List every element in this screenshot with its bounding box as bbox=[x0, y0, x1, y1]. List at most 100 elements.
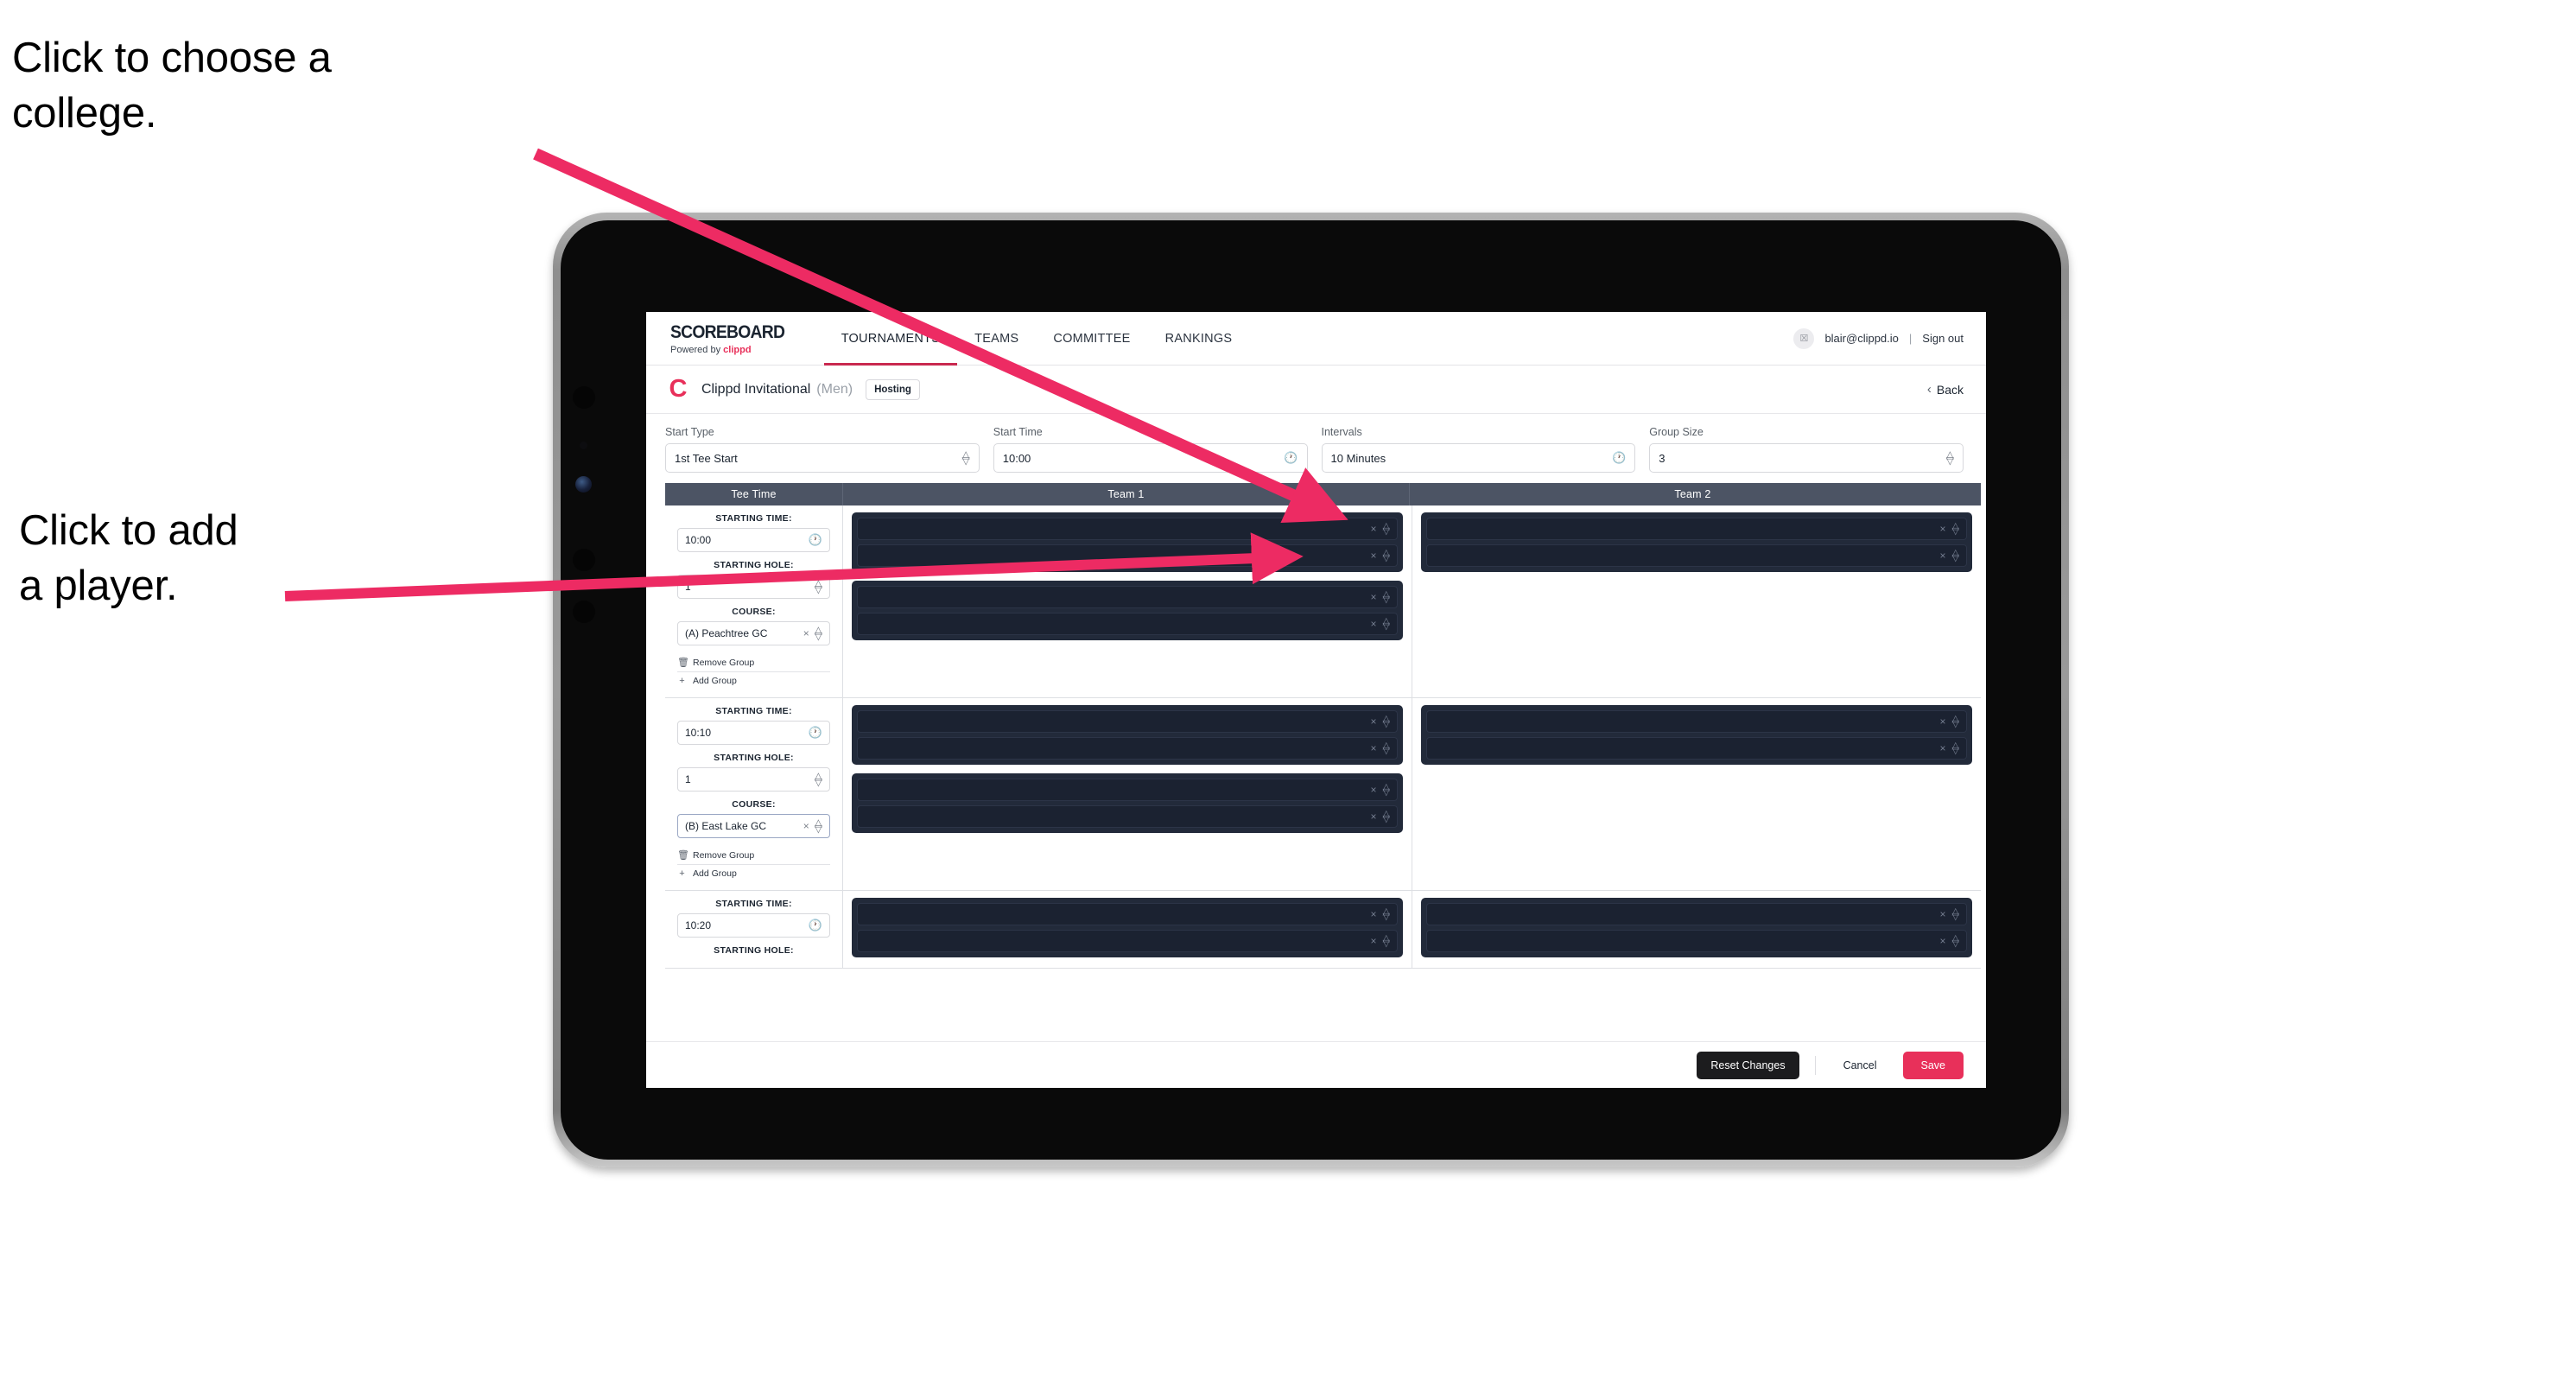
clear-icon[interactable]: × bbox=[1371, 523, 1377, 535]
stepper-icon[interactable]: △ ▽ bbox=[1952, 549, 1959, 563]
stepper-icon[interactable]: △ ▽ bbox=[1383, 934, 1390, 949]
player-select-row[interactable]: × △ ▽ bbox=[857, 805, 1398, 828]
player-select-row[interactable]: × △ ▽ bbox=[1426, 710, 1967, 733]
player-select-row[interactable]: × △ ▽ bbox=[857, 903, 1398, 925]
start-type-select[interactable]: 1st Tee Start △ ▽ bbox=[665, 443, 980, 473]
starting-hole-input[interactable]: 1 △ ▽ bbox=[677, 575, 830, 599]
player-select-row[interactable]: × △ ▽ bbox=[857, 737, 1398, 760]
player-group-panel: × △ ▽ × △ ▽ bbox=[852, 512, 1403, 572]
stepper-icon[interactable]: △ ▽ bbox=[1946, 449, 1954, 466]
clock-icon[interactable]: 🕐 bbox=[1612, 451, 1626, 465]
clear-icon[interactable]: × bbox=[1940, 935, 1946, 947]
stepper-icon[interactable]: △ ▽ bbox=[1383, 715, 1390, 729]
clear-icon[interactable]: × bbox=[1371, 784, 1377, 796]
brand-logo[interactable]: SCOREBOARD Powered by clippd bbox=[670, 312, 824, 365]
save-button[interactable]: Save bbox=[1902, 1051, 1964, 1079]
starting-time-input[interactable]: 10:20 🕐 bbox=[677, 913, 830, 938]
player-select-row[interactable]: × △ ▽ bbox=[857, 779, 1398, 801]
starting-time-input-value: 10:10 bbox=[685, 727, 712, 739]
starting-time-input-value: 10:00 bbox=[685, 534, 712, 546]
clock-icon[interactable]: 🕐 bbox=[809, 533, 822, 547]
course-label: COURSE: bbox=[732, 607, 776, 617]
clear-icon[interactable]: × bbox=[1371, 618, 1377, 630]
nav-tab-rankings[interactable]: RANKINGS bbox=[1148, 312, 1250, 365]
clear-icon[interactable]: × bbox=[1371, 742, 1377, 754]
course-label: COURSE: bbox=[732, 799, 776, 810]
stepper-icon[interactable]: △ ▽ bbox=[1383, 522, 1390, 537]
add-group-button[interactable]: + Add Group bbox=[677, 671, 830, 690]
intervals-input[interactable]: 10 Minutes 🕐 bbox=[1321, 443, 1636, 473]
stepper-icon[interactable]: △ ▽ bbox=[1952, 715, 1959, 729]
nav-tab-tournaments[interactable]: TOURNAMENTS bbox=[823, 312, 958, 366]
nav-tab-teams[interactable]: TEAMS bbox=[957, 312, 1036, 365]
clear-icon[interactable]: × bbox=[1371, 935, 1377, 947]
player-select-row[interactable]: × △ ▽ bbox=[1426, 737, 1967, 760]
clear-icon[interactable]: × bbox=[1940, 908, 1946, 920]
clear-icon[interactable]: × bbox=[1371, 715, 1377, 728]
remove-group-button[interactable]: 🗑 Remove Group bbox=[677, 846, 830, 864]
clear-icon[interactable]: × bbox=[1940, 715, 1946, 728]
clear-icon[interactable]: × bbox=[803, 820, 809, 832]
stepper-icon[interactable]: △ ▽ bbox=[1952, 934, 1959, 949]
group-size-select[interactable]: 3 △ ▽ bbox=[1649, 443, 1964, 473]
stepper-icon[interactable]: △ ▽ bbox=[1952, 522, 1959, 537]
camera-dot-icon bbox=[573, 601, 595, 623]
clippd-logo-icon: C bbox=[669, 375, 688, 403]
avatar[interactable]: ☒ bbox=[1793, 327, 1815, 349]
player-select-row[interactable]: × △ ▽ bbox=[857, 544, 1398, 567]
starting-hole-input[interactable]: 1 △ ▽ bbox=[677, 767, 830, 792]
stepper-icon[interactable]: △ ▽ bbox=[962, 449, 970, 466]
cancel-button[interactable]: Cancel bbox=[1831, 1052, 1889, 1079]
clear-icon[interactable]: × bbox=[1940, 523, 1946, 535]
remove-group-button[interactable]: 🗑 Remove Group bbox=[677, 653, 830, 671]
stepper-icon[interactable]: △ ▽ bbox=[815, 625, 822, 641]
player-select-row[interactable]: × △ ▽ bbox=[857, 710, 1398, 733]
sign-out-link[interactable]: Sign out bbox=[1922, 332, 1964, 345]
stepper-icon[interactable]: △ ▽ bbox=[1383, 549, 1390, 563]
stepper-icon[interactable]: △ ▽ bbox=[1383, 741, 1390, 756]
stepper-icon[interactable]: △ ▽ bbox=[1383, 810, 1390, 824]
starting-time-input[interactable]: 10:10 🕐 bbox=[677, 721, 830, 745]
course-select[interactable]: (B) East Lake GC × △ ▽ bbox=[677, 814, 830, 838]
table-row: STARTING TIME: 10:00 🕐 STARTING HOLE: 1 △ ▽ COU… bbox=[665, 505, 1981, 698]
clear-icon[interactable]: × bbox=[1371, 908, 1377, 920]
course-select[interactable]: (A) Peachtree GC × △ ▽ bbox=[677, 621, 830, 645]
add-group-button[interactable]: + Add Group bbox=[677, 864, 830, 882]
start-time-input[interactable]: 10:00 🕐 bbox=[993, 443, 1308, 473]
clear-icon[interactable]: × bbox=[1940, 550, 1946, 562]
stepper-icon[interactable]: △ ▽ bbox=[1383, 783, 1390, 798]
tournament-gender: (Men) bbox=[816, 381, 853, 397]
back-button[interactable]: ‹ Back bbox=[1927, 382, 1964, 397]
team1-cell: × △ ▽ × △ ▽ × △ ▽ × △ ▽ bbox=[843, 698, 1412, 890]
clear-icon[interactable]: × bbox=[1371, 550, 1377, 562]
clear-icon[interactable]: × bbox=[1371, 591, 1377, 603]
starting-time-input[interactable]: 10:00 🕐 bbox=[677, 528, 830, 552]
player-select-row[interactable]: × △ ▽ bbox=[857, 930, 1398, 952]
clear-icon[interactable]: × bbox=[803, 627, 809, 639]
starting-hole-label: STARTING HOLE: bbox=[714, 560, 794, 570]
stepper-icon[interactable]: △ ▽ bbox=[815, 817, 822, 834]
sensor-dot-icon bbox=[580, 442, 587, 449]
stepper-icon[interactable]: △ ▽ bbox=[1952, 741, 1959, 756]
clear-icon[interactable]: × bbox=[1371, 811, 1377, 823]
tee-sheet-table: Tee Time Team 1 Team 2 STARTING TIME: 10:… bbox=[646, 483, 1986, 1041]
clock-icon[interactable]: 🕐 bbox=[809, 919, 822, 932]
clear-icon[interactable]: × bbox=[1940, 742, 1946, 754]
stepper-icon[interactable]: △ ▽ bbox=[1383, 590, 1390, 605]
stepper-icon[interactable]: △ ▽ bbox=[815, 771, 822, 787]
stepper-icon[interactable]: △ ▽ bbox=[815, 578, 822, 594]
stepper-icon[interactable]: △ ▽ bbox=[1383, 617, 1390, 632]
player-select-row[interactable]: × △ ▽ bbox=[857, 518, 1398, 540]
player-select-row[interactable]: × △ ▽ bbox=[857, 613, 1398, 635]
player-select-row[interactable]: × △ ▽ bbox=[1426, 903, 1967, 925]
clock-icon[interactable]: 🕐 bbox=[1284, 451, 1298, 465]
nav-tab-committee[interactable]: COMMITTEE bbox=[1036, 312, 1147, 365]
reset-changes-button[interactable]: Reset Changes bbox=[1697, 1051, 1799, 1079]
player-select-row[interactable]: × △ ▽ bbox=[1426, 544, 1967, 567]
clock-icon[interactable]: 🕐 bbox=[809, 726, 822, 740]
stepper-icon[interactable]: △ ▽ bbox=[1952, 907, 1959, 922]
player-select-row[interactable]: × △ ▽ bbox=[1426, 930, 1967, 952]
player-select-row[interactable]: × △ ▽ bbox=[1426, 518, 1967, 540]
player-select-row[interactable]: × △ ▽ bbox=[857, 586, 1398, 608]
stepper-icon[interactable]: △ ▽ bbox=[1383, 907, 1390, 922]
